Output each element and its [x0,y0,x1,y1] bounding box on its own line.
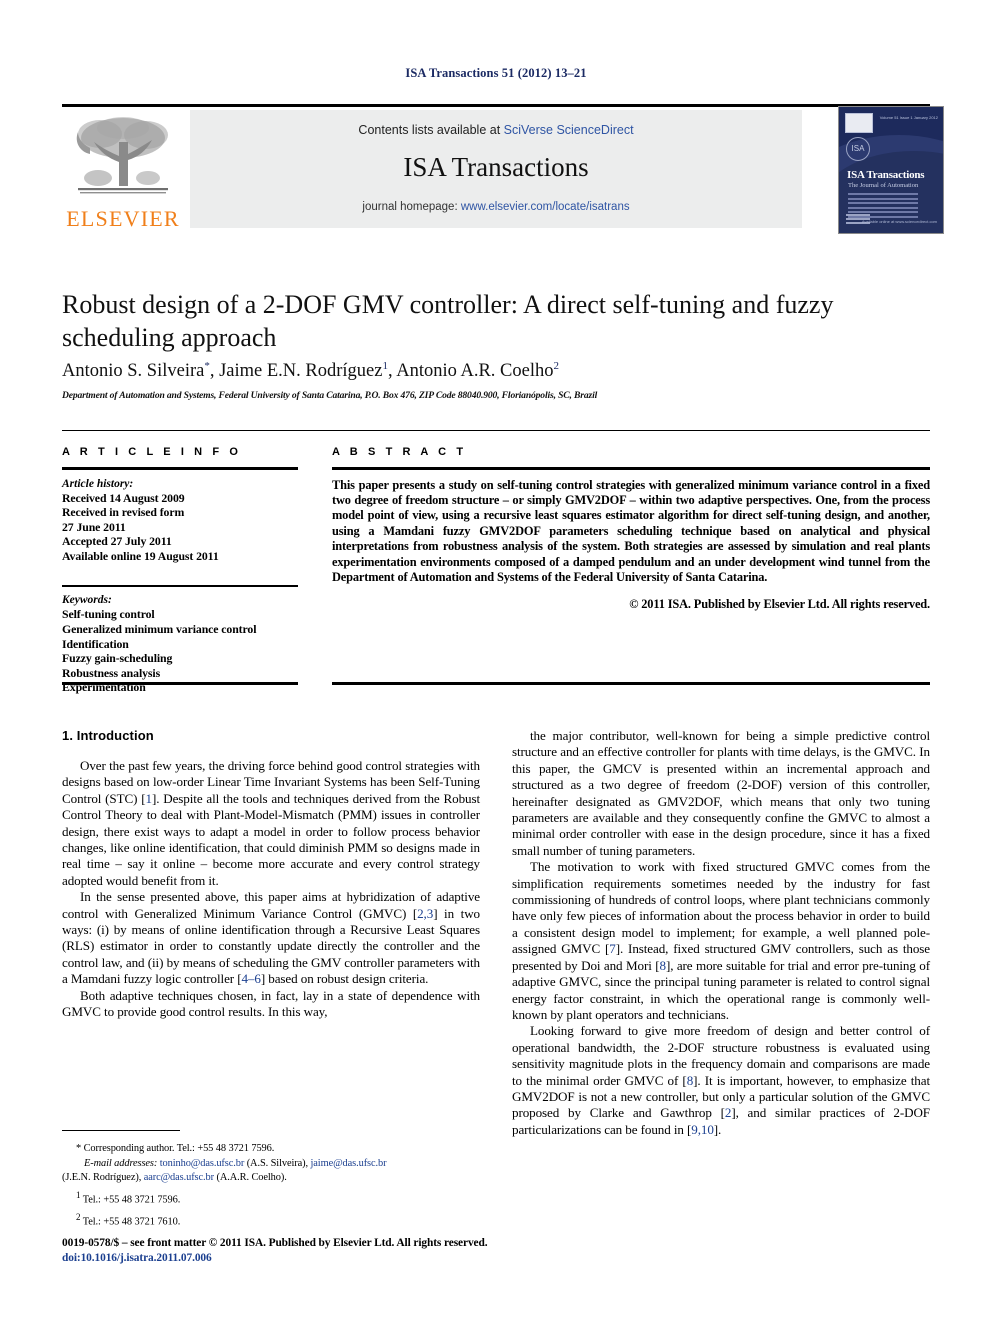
body-paragraph: Over the past few years, the driving for… [62,758,480,888]
body-column-right: the major contributor, well-known for be… [512,728,930,1138]
keyword-item: Generalized minimum variance control [62,622,257,637]
homepage-prefix: journal homepage: [362,201,461,213]
keyword-item: Robustness analysis [62,665,161,680]
issn-copyright-line: 0019-0578/$ – see front matter © 2011 IS… [62,1237,488,1249]
footnote-emails-cont: (J.E.N. Rodríguez), aarc@das.ufsc.br (A.… [62,1171,492,1185]
article-history-item: Received 14 August 2009 [62,490,185,505]
abstract-rule [332,467,930,470]
cover-sciencedirect-text: Available online at www.sciencedirect.co… [861,219,937,224]
citation-ref[interactable]: 1 [146,791,153,806]
journal-masthead: ELSEVIER Contents lists available at Sci… [62,104,944,234]
body-paragraph: The motivation to work with fixed struct… [512,859,930,1022]
citation-ref[interactable]: 4–6 [241,971,260,986]
author-marker-corresponding: * [204,360,210,372]
elsevier-tree-icon [76,117,168,194]
isa-badge-icon: ISA [846,137,870,161]
footnote-marker-1: 1 [76,1189,81,1200]
email-link-2[interactable]: jaime@das.ufsc.br [311,1158,387,1169]
body-paragraph: Looking forward to give more freedom of … [512,1023,930,1137]
masthead-top-rule [62,104,930,107]
article-info-rule [62,467,298,470]
footnote-emails: E-mail addresses: toninho@das.ufsc.br (A… [62,1157,492,1171]
abstract-column: A B S T R A C T This paper presents a st… [332,446,930,612]
info-block-bottom-rule-left [62,682,298,685]
sciencedirect-link[interactable]: SciVerse ScienceDirect [504,123,634,137]
email-addresses-label: E-mail addresses: [84,1157,158,1169]
citation-ref[interactable]: 8 [687,1073,694,1088]
keyword-item: Self-tuning control [62,607,155,622]
keywords-rule [62,585,298,588]
journal-cover-thumbnail: Volume 51 Issue 1 January 2012 ISA ISA T… [838,106,944,234]
abstract-text: This paper presents a study on self-tuni… [332,477,930,584]
abstract-heading: A B S T R A C T [332,446,467,458]
email-owner-2: (J.E.N. Rodríguez), [62,1172,142,1184]
email-link-1[interactable]: toninho@das.ufsc.br [160,1158,245,1169]
journal-title: ISA Transactions [403,152,589,182]
footnote-block: * Corresponding author. Tel.: +55 48 372… [62,1138,492,1230]
author-affiliation: Department of Automation and Systems, Fe… [62,390,598,401]
article-history-label: Article history: [62,477,134,490]
contents-available-line: Contents lists available at SciVerse Sci… [190,123,802,137]
article-history-item: Accepted 27 July 2011 [62,534,172,549]
citation-ref[interactable]: 2 [725,1105,732,1120]
citation-ref[interactable]: 9,10 [691,1122,714,1137]
cover-title: ISA Transactions [847,169,925,181]
footnote-tel-2-text: Tel.: +55 48 3721 7610. [82,1216,181,1228]
citation-ref[interactable]: 8 [659,958,666,973]
doi-link[interactable]: doi:10.1016/j.isatra.2011.07.006 [62,1251,662,1266]
section-heading-introduction: 1. Introduction [62,728,154,743]
cover-publisher-box [845,113,873,133]
footnote-tel-2: 2 Tel.: +55 48 3721 7610. [62,1211,492,1229]
info-block-bottom-rule-right [332,682,930,685]
body-paragraph: In the sense presented above, this paper… [62,889,480,987]
keyword-item: Identification [62,636,129,651]
article-history-item: 27 June 2011 [62,519,126,534]
email-owner-3: (A.A.R. Coelho). [216,1172,287,1184]
abstract-copyright: © 2011 ISA. Published by Elsevier Ltd. A… [629,597,930,612]
cover-subtitle: The Journal of Automation [848,182,919,189]
keyword-item: Fuzzy gain-scheduling [62,651,173,666]
footnote-tel-1: 1 Tel.: +55 48 3721 7596. [62,1189,492,1207]
footnote-corresponding-author: * Corresponding author. Tel.: +55 48 372… [76,1143,275,1154]
elsevier-logo: ELSEVIER [62,110,184,232]
page-footer: 0019-0578/$ – see front matter © 2011 IS… [62,1236,662,1266]
footnote-rule [62,1130,180,1131]
journal-homepage-line: journal homepage: www.elsevier.com/locat… [190,201,802,213]
email-owner-1: (A.S. Silveira), [246,1157,308,1169]
author-list: Antonio S. Silveira*, Jaime E.N. Rodrígu… [62,360,559,382]
article-page: ISA Transactions 51 (2012) 13–21 ELSEVIE… [0,0,992,1323]
email-link-3[interactable]: aarc@das.ufsc.br [144,1172,214,1183]
keywords-label: Keywords: [62,594,112,607]
contents-prefix: Contents lists available at [358,123,504,137]
running-head: ISA Transactions 51 (2012) 13–21 [405,66,587,80]
author-marker-2: 2 [553,360,559,372]
article-info-heading: A R T I C L E I N F O [62,446,242,458]
footnote-marker-2: 2 [76,1211,81,1222]
article-history-item: Received in revised form [62,505,185,520]
footnote-tel-1-text: Tel.: +55 48 3721 7596. [82,1194,181,1206]
page-title: Robust design of a 2-DOF GMV controller:… [62,290,834,352]
cover-volume-text: Volume 51 Issue 1 January 2012 [879,115,938,120]
elsevier-wordmark: ELSEVIER [66,206,180,231]
article-info-column: A R T I C L E I N F O Article history: R… [62,446,298,695]
article-history-item: Available online 19 August 2011 [62,548,219,563]
info-block-top-rule [62,430,930,431]
body-column-left: 1. Introduction Over the past few years,… [62,728,480,1021]
journal-homepage-link[interactable]: www.elsevier.com/locate/isatrans [461,201,630,213]
body-paragraph: Both adaptive techniques chosen, in fact… [62,987,480,1020]
citation-ref[interactable]: 2,3 [417,906,433,921]
masthead-center: Contents lists available at SciVerse Sci… [190,110,802,228]
body-paragraph: the major contributor, well-known for be… [512,728,930,858]
author-marker-1: 1 [382,360,388,372]
citation-ref[interactable]: 7 [609,941,616,956]
